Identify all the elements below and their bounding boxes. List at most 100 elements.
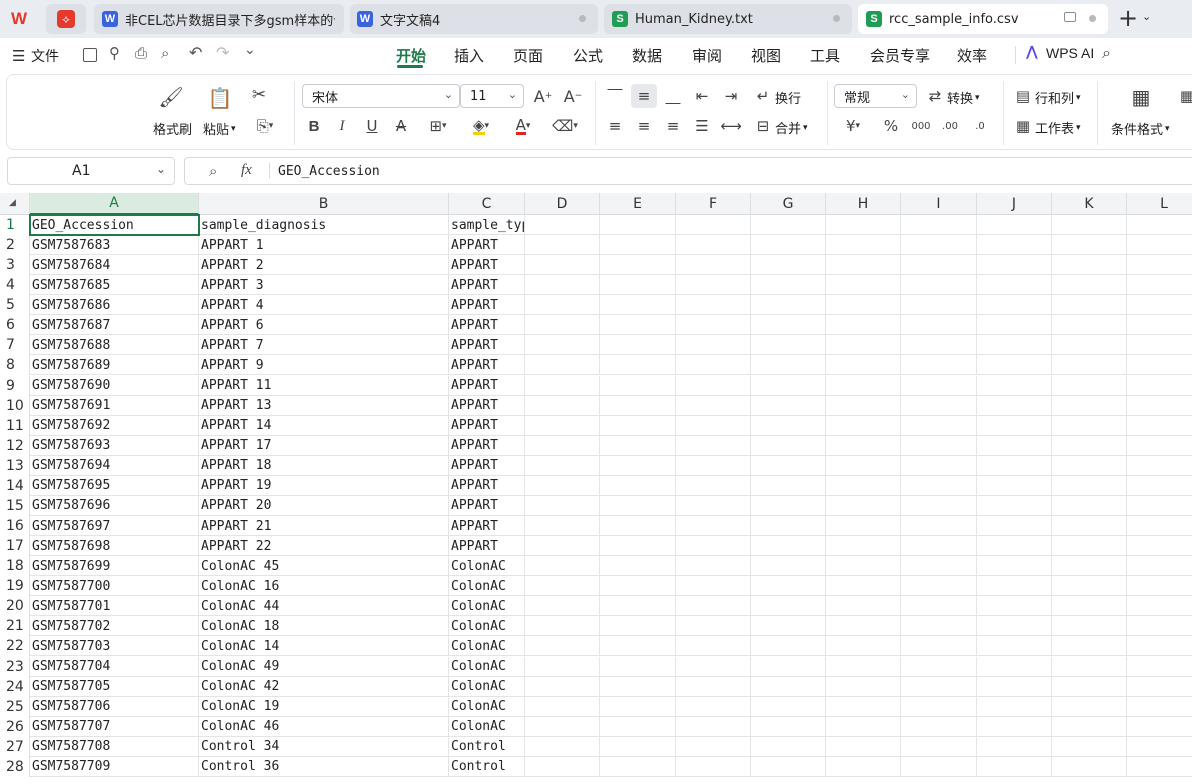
cell-g27[interactable]: [751, 736, 826, 757]
cell-h16[interactable]: [826, 516, 901, 537]
cell-d3[interactable]: [525, 255, 600, 276]
cell-a23[interactable]: GSM7587704: [30, 656, 199, 677]
cell-b14[interactable]: APPART 19: [199, 475, 449, 496]
cell-d13[interactable]: [525, 455, 600, 476]
cell-j20[interactable]: [977, 596, 1052, 617]
cell-l15[interactable]: [1127, 496, 1192, 516]
file-menu[interactable]: 文件: [31, 46, 59, 66]
number-format-select[interactable]: 常规 ⌄: [834, 84, 917, 108]
cell-g11[interactable]: [751, 415, 826, 436]
bold-icon[interactable]: B: [305, 115, 323, 137]
cell-a1[interactable]: GEO_Accession: [30, 215, 199, 235]
cell-l3[interactable]: [1127, 255, 1192, 275]
cell-j23[interactable]: [977, 656, 1052, 677]
cell-g28[interactable]: [751, 756, 826, 777]
row-header[interactable]: 20: [0, 596, 30, 617]
cell-b15[interactable]: APPART 20: [199, 495, 449, 516]
row-col-icon[interactable]: ▤: [1013, 85, 1033, 107]
menu-tools[interactable]: 工具: [810, 45, 840, 66]
cell-c25[interactable]: ColonAC: [449, 696, 525, 717]
column-header-b[interactable]: B: [199, 193, 449, 215]
cell-d24[interactable]: [525, 676, 600, 697]
cell-h8[interactable]: [826, 355, 901, 376]
merge-button[interactable]: 合并 ▾: [775, 118, 808, 137]
row-col-button[interactable]: 行和列 ▾: [1035, 88, 1081, 107]
quick-access-chevron-icon[interactable]: ⌄: [244, 42, 256, 58]
cell-d16[interactable]: [525, 516, 600, 537]
font-color-icon[interactable]: A ▾: [507, 115, 539, 137]
cell-g22[interactable]: [751, 636, 826, 657]
cell-j8[interactable]: [977, 355, 1052, 376]
cell-i12[interactable]: [901, 435, 977, 456]
cell-b7[interactable]: APPART 7: [199, 335, 449, 356]
align-center-icon[interactable]: ≡: [634, 115, 654, 137]
cell-f16[interactable]: [676, 516, 751, 537]
cell-b20[interactable]: ColonAC 44: [199, 596, 449, 617]
cell-f13[interactable]: [676, 455, 751, 476]
cell-k1[interactable]: [1052, 215, 1127, 235]
cell-c11[interactable]: APPART: [449, 415, 525, 436]
cell-d23[interactable]: [525, 656, 600, 677]
row-header[interactable]: 2: [0, 235, 30, 256]
cell-f25[interactable]: [676, 696, 751, 717]
zoom-icon[interactable]: ⌕: [209, 162, 217, 180]
cell-c21[interactable]: ColonAC: [449, 616, 525, 637]
cell-k20[interactable]: [1052, 596, 1127, 617]
cell-b25[interactable]: ColonAC 19: [199, 696, 449, 717]
cell-i18[interactable]: [901, 556, 977, 577]
cell-b18[interactable]: ColonAC 45: [199, 556, 449, 577]
cell-g24[interactable]: [751, 676, 826, 697]
cell-f14[interactable]: [676, 475, 751, 496]
cell-j5[interactable]: [977, 295, 1052, 316]
cell-i11[interactable]: [901, 415, 977, 436]
cell-c18[interactable]: ColonAC: [449, 556, 525, 577]
cell-l6[interactable]: [1127, 315, 1192, 335]
cell-h20[interactable]: [826, 596, 901, 617]
cell-b4[interactable]: APPART 3: [199, 275, 449, 296]
column-header-a[interactable]: A: [30, 193, 199, 215]
cell-k24[interactable]: [1052, 676, 1127, 697]
convert-icon[interactable]: ⇄: [925, 85, 945, 107]
cell-d6[interactable]: [525, 315, 600, 336]
cell-i26[interactable]: [901, 716, 977, 737]
cell-i27[interactable]: [901, 736, 977, 757]
cell-k23[interactable]: [1052, 656, 1127, 677]
cell-k14[interactable]: [1052, 475, 1127, 496]
cell-b17[interactable]: APPART 22: [199, 536, 449, 557]
cell-h15[interactable]: [826, 495, 901, 516]
cell-a8[interactable]: GSM7587689: [30, 355, 199, 376]
cell-l4[interactable]: [1127, 275, 1192, 295]
cell-h11[interactable]: [826, 415, 901, 436]
cell-c8[interactable]: APPART: [449, 355, 525, 376]
cell-a22[interactable]: GSM7587703: [30, 636, 199, 657]
row-header[interactable]: 13: [0, 455, 30, 476]
cell-g17[interactable]: [751, 536, 826, 557]
cell-b6[interactable]: APPART 6: [199, 315, 449, 336]
cell-c19[interactable]: ColonAC: [449, 576, 525, 597]
row-header[interactable]: 8: [0, 355, 30, 376]
column-header-l[interactable]: L: [1127, 193, 1192, 215]
cell-h12[interactable]: [826, 435, 901, 456]
increase-font-icon[interactable]: A +: [533, 85, 553, 107]
cell-i23[interactable]: [901, 656, 977, 677]
cell-j14[interactable]: [977, 475, 1052, 496]
cell-b23[interactable]: ColonAC 49: [199, 656, 449, 677]
cell-k10[interactable]: [1052, 395, 1127, 416]
row-header[interactable]: 15: [0, 495, 30, 516]
cell-g25[interactable]: [751, 696, 826, 717]
cell-f26[interactable]: [676, 716, 751, 737]
more-tools-icon[interactable]: ▦: [1180, 85, 1192, 107]
cell-l17[interactable]: [1127, 536, 1192, 556]
cell-a6[interactable]: GSM7587687: [30, 315, 199, 336]
cell-c28[interactable]: Control: [449, 756, 525, 777]
cell-k25[interactable]: [1052, 696, 1127, 717]
cell-c1[interactable]: sample_type: [449, 215, 525, 235]
row-header[interactable]: 9: [0, 375, 30, 396]
cell-e15[interactable]: [600, 495, 676, 516]
cell-j24[interactable]: [977, 676, 1052, 697]
cell-d17[interactable]: [525, 536, 600, 557]
cell-l25[interactable]: [1127, 697, 1192, 717]
wps-logo-icon[interactable]: W: [8, 8, 30, 30]
cell-i22[interactable]: [901, 636, 977, 657]
cell-l22[interactable]: [1127, 636, 1192, 656]
